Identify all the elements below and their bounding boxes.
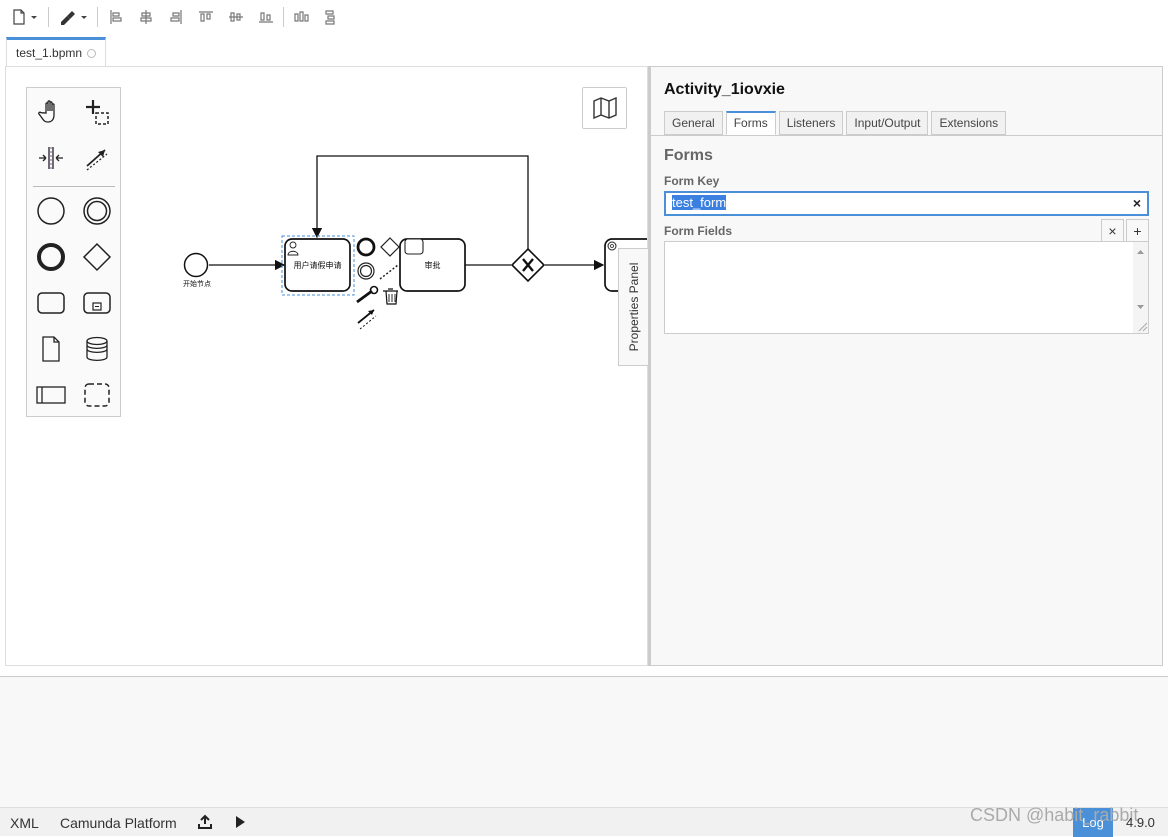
form-fields-label: Form Fields: [664, 224, 733, 238]
trash-icon[interactable]: [383, 288, 398, 305]
tab-general[interactable]: General: [664, 111, 723, 135]
forms-section-title: Forms: [664, 147, 713, 164]
distribute-horizontal-icon[interactable]: [292, 6, 310, 28]
csdn-watermark: CSDN @habit_rabbit: [970, 805, 1139, 825]
new-file-icon[interactable]: [8, 6, 42, 28]
user-task-label: 用户请假申请: [293, 261, 342, 270]
properties-panel-toggle-label: Properties Panel: [626, 262, 641, 352]
toolbar-divider: [48, 7, 49, 27]
wrench-icon[interactable]: [356, 285, 379, 304]
edit-brush-icon[interactable]: [56, 6, 90, 28]
tab-listeners[interactable]: Listeners: [778, 111, 844, 135]
append-connection-icon[interactable]: [357, 309, 377, 330]
start-event-label: 开始节点: [183, 281, 211, 288]
form-fields-list[interactable]: [664, 241, 1149, 334]
properties-tabs: General Forms Listeners Input/Output Ext…: [664, 111, 1007, 135]
connect-icon[interactable]: [379, 264, 399, 280]
tabs-divider: [651, 135, 1163, 136]
form-key-input[interactable]: test_form ×: [664, 191, 1149, 216]
append-end-event-icon[interactable]: [356, 237, 376, 257]
add-form-field-button[interactable]: +: [1126, 219, 1149, 242]
align-center-icon[interactable]: [137, 6, 155, 28]
unsaved-indicator-icon[interactable]: [87, 49, 97, 58]
tab-input-output[interactable]: Input/Output: [846, 111, 929, 135]
start-event[interactable]: [183, 252, 209, 278]
sequence-flow-loop[interactable]: [311, 155, 529, 249]
append-task-icon[interactable]: [404, 238, 424, 255]
append-gateway-icon[interactable]: [380, 237, 400, 257]
form-key-label: Form Key: [664, 174, 720, 188]
modeler-canvas[interactable]: 开始节点 用户请假申请 审批: [5, 66, 648, 666]
log-panel: [0, 676, 1168, 807]
run-icon[interactable]: [233, 814, 247, 833]
bpmn-diagram: [183, 155, 647, 330]
align-top-icon[interactable]: [197, 6, 215, 28]
element-id-title: Activity_1iovxie: [664, 81, 785, 98]
align-bottom-icon[interactable]: [257, 6, 275, 28]
file-tab-bar: test_1.bpmn: [0, 34, 1168, 67]
properties-panel-toggle[interactable]: Properties Panel: [618, 248, 648, 366]
platform-label[interactable]: Camunda Platform: [60, 815, 177, 831]
tab-extensions[interactable]: Extensions: [931, 111, 1007, 135]
distribute-vertical-icon[interactable]: [321, 6, 339, 28]
form-fields-scrollbar[interactable]: [1133, 242, 1148, 333]
toolbar-divider: [283, 7, 284, 27]
align-right-icon[interactable]: [167, 6, 185, 28]
clear-form-key-icon[interactable]: ×: [1133, 195, 1141, 211]
deploy-icon[interactable]: [197, 814, 213, 833]
align-middle-icon[interactable]: [227, 6, 245, 28]
file-tab-label: test_1.bpmn: [16, 46, 83, 60]
remove-form-field-button[interactable]: ×: [1101, 219, 1124, 242]
file-tab-test-1[interactable]: test_1.bpmn: [6, 37, 106, 67]
toolbar: [0, 0, 1168, 34]
form-key-value: test_form: [672, 195, 727, 210]
version-label: 4.9.0: [1126, 815, 1155, 830]
tab-forms[interactable]: Forms: [725, 111, 776, 135]
approval-task-label: 审批: [424, 261, 441, 270]
scroll-arrows-icon: [1137, 250, 1148, 332]
xml-button[interactable]: XML: [10, 815, 39, 831]
properties-panel: Activity_1iovxie General Forms Listeners…: [648, 66, 1163, 666]
align-left-icon[interactable]: [107, 6, 125, 28]
toolbar-divider: [97, 7, 98, 27]
